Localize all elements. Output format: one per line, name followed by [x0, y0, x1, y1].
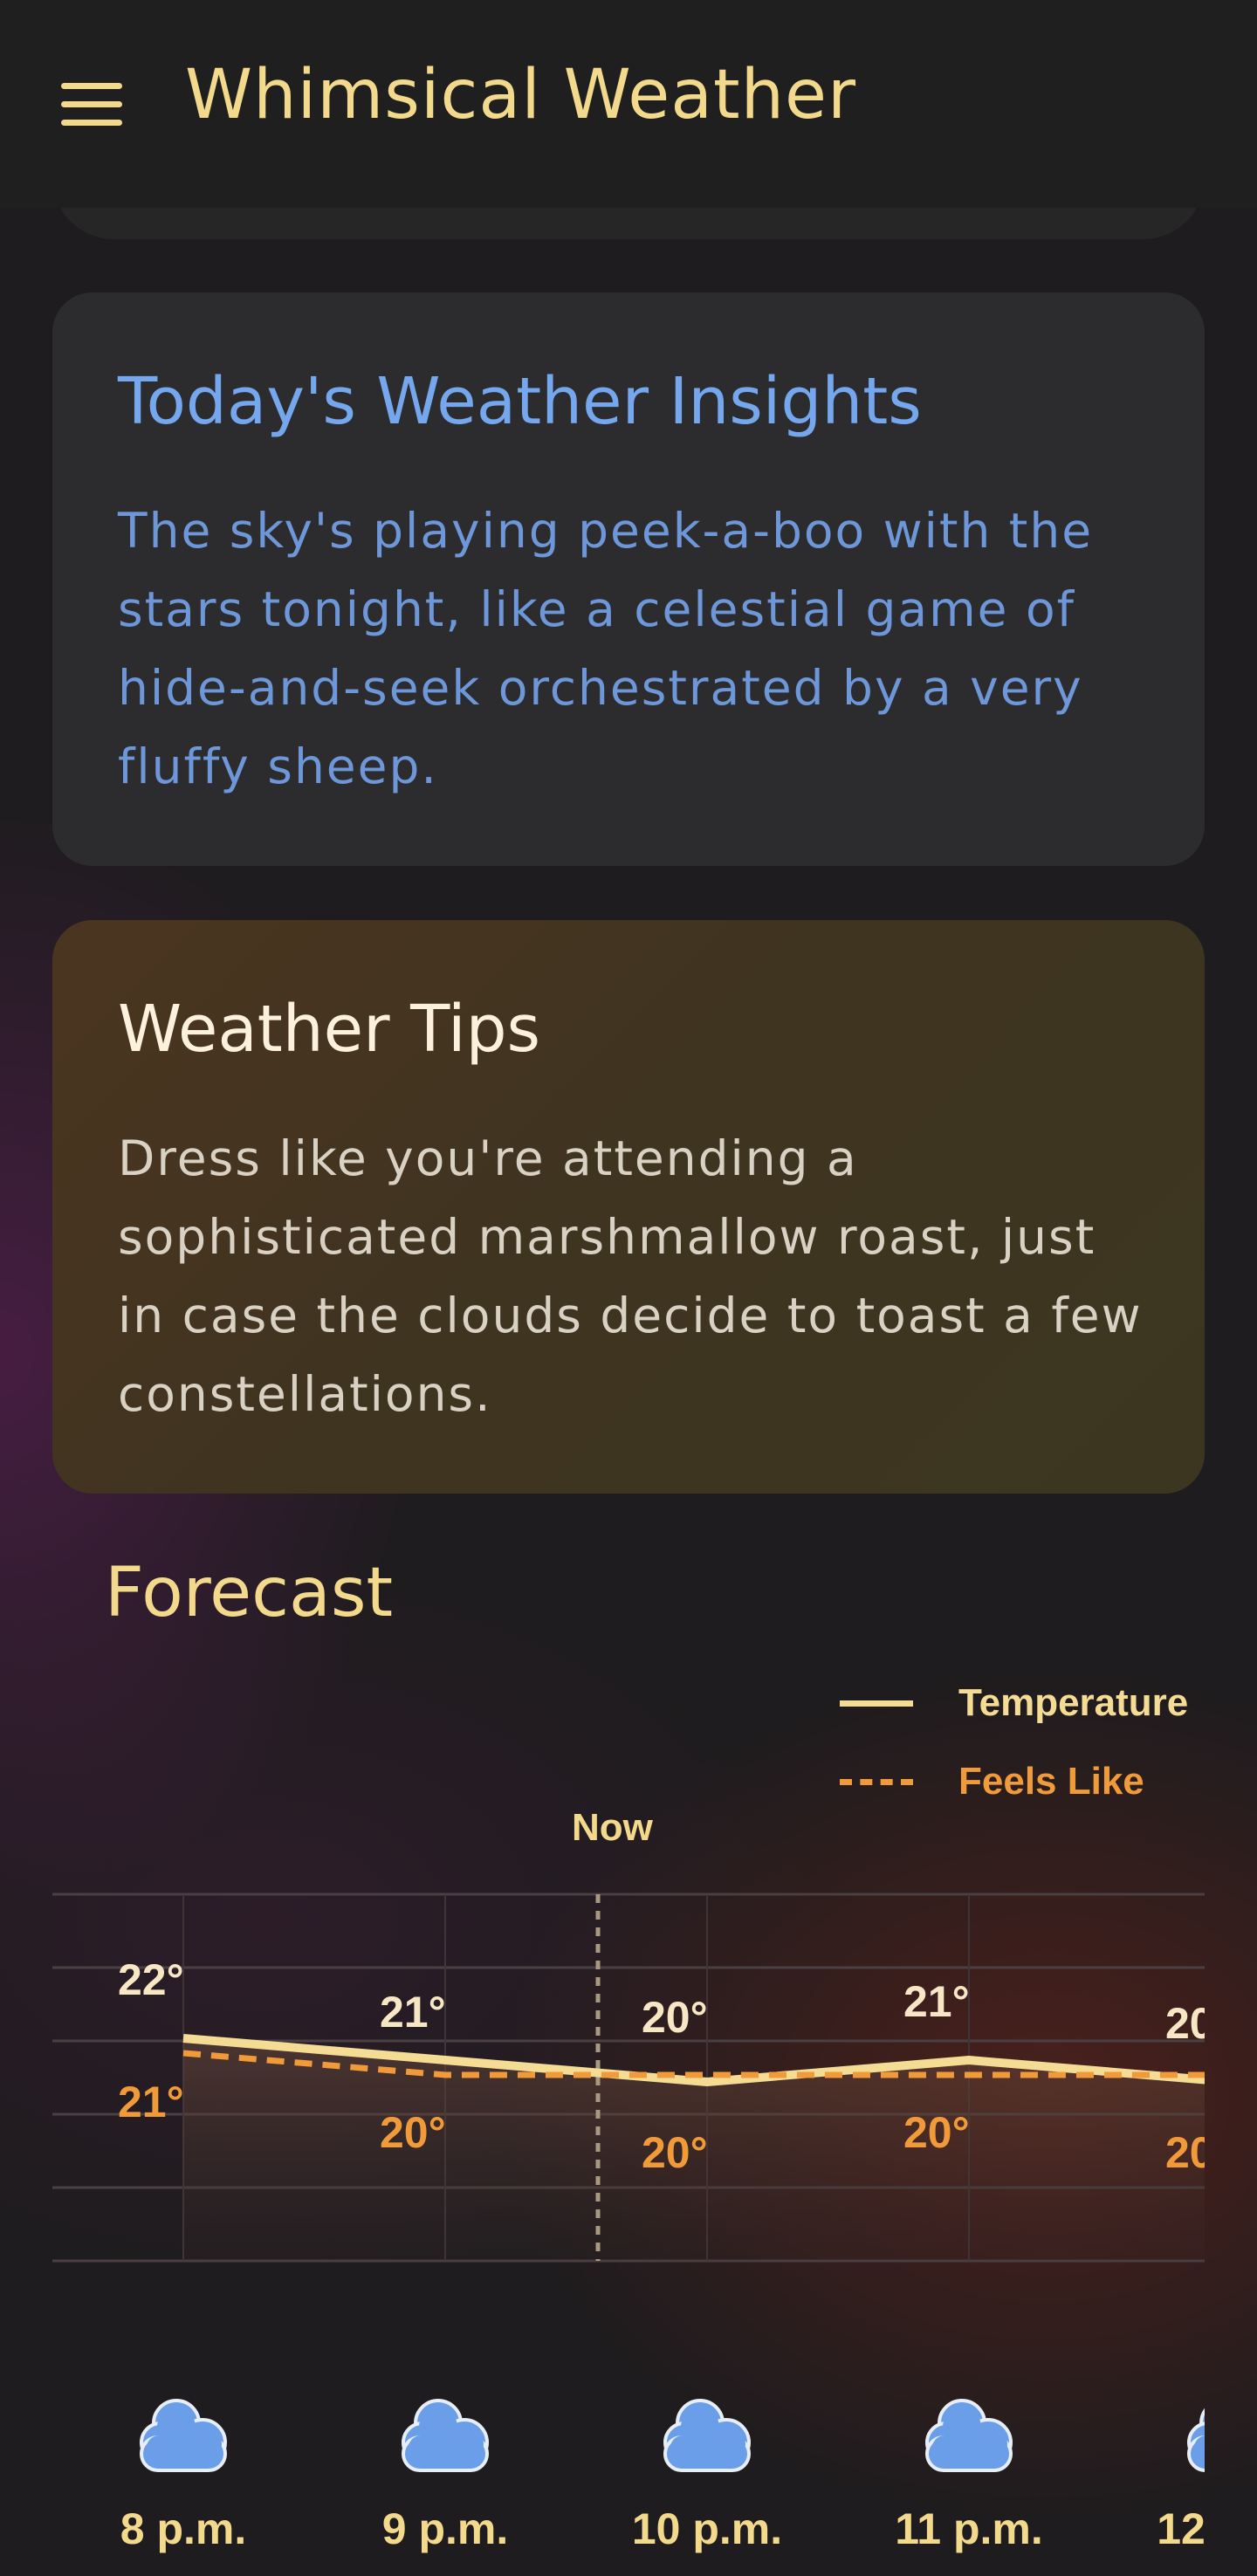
hour-label: 11 p.m. — [895, 2504, 1043, 2553]
temperature-data-label: 21° — [380, 1988, 446, 2037]
cloud-icon — [663, 2399, 751, 2472]
tips-card: Weather Tips Dress like you're attending… — [52, 920, 1205, 1494]
forecast-chart[interactable]: Now 22° 21° 21° 20° 20° 20° 21° 20° 20° 20° 8 p.m.… — [0, 1798, 1257, 2566]
forecast-title: Forecast — [105, 1554, 394, 1632]
app-header: Whimsical Weather — [0, 0, 1257, 208]
insights-title: Today's Weather Insights — [118, 364, 922, 439]
feels-like-data-label: 21° — [118, 2078, 184, 2126]
legend-feels-like-swatch — [840, 1779, 913, 1785]
feels-like-data-label: 20° — [380, 2108, 446, 2157]
temperature-data-label: 22° — [118, 1955, 184, 2004]
legend-temperature-label: Temperature — [958, 1681, 1189, 1724]
forecast-chart-viewport[interactable]: Now 22° 21° 21° 20° 20° 20° 21° 20° 20° 20° 8 p.m.… — [0, 1798, 1205, 2566]
temperature-data-label: 21° — [903, 1977, 970, 2026]
now-label: Now — [572, 1806, 654, 1849]
insights-card: Today's Weather Insights The sky's playi… — [52, 292, 1205, 866]
hour-label: 10 p.m. — [631, 2504, 783, 2553]
legend-temperature-swatch — [840, 1700, 913, 1707]
legend-feels-like-label: Feels Like — [958, 1760, 1144, 1803]
cloud-icon — [1187, 2408, 1205, 2472]
cloud-icon — [140, 2399, 227, 2472]
tips-title: Weather Tips — [118, 992, 541, 1067]
app-title: Whimsical Weather — [185, 56, 857, 134]
cloud-icon — [402, 2399, 489, 2472]
feels-like-data-label: 20° — [642, 2128, 708, 2177]
feels-like-data-label: 20° — [903, 2108, 970, 2157]
cloud-icon — [925, 2399, 1013, 2472]
tips-text: Dress like you're attending a sophistica… — [118, 1130, 1143, 1422]
temperature-data-label: 20° — [642, 1993, 708, 2042]
hour-label: 8 p.m. — [120, 2504, 247, 2553]
feels-like-data-label: 20° — [1165, 2128, 1205, 2177]
temperature-data-label: 20° — [1165, 1999, 1205, 2048]
menu-icon[interactable] — [61, 83, 122, 127]
insights-text: The sky's playing peek-a-boo with the st… — [118, 503, 1094, 794]
hour-label: 12 a.m. — [1157, 2504, 1205, 2553]
forecast-chart-svg: Now 22° 21° 21° 20° 20° 20° 21° 20° 20° 20° — [52, 1806, 1205, 2472]
hour-label: 9 p.m. — [381, 2504, 509, 2553]
